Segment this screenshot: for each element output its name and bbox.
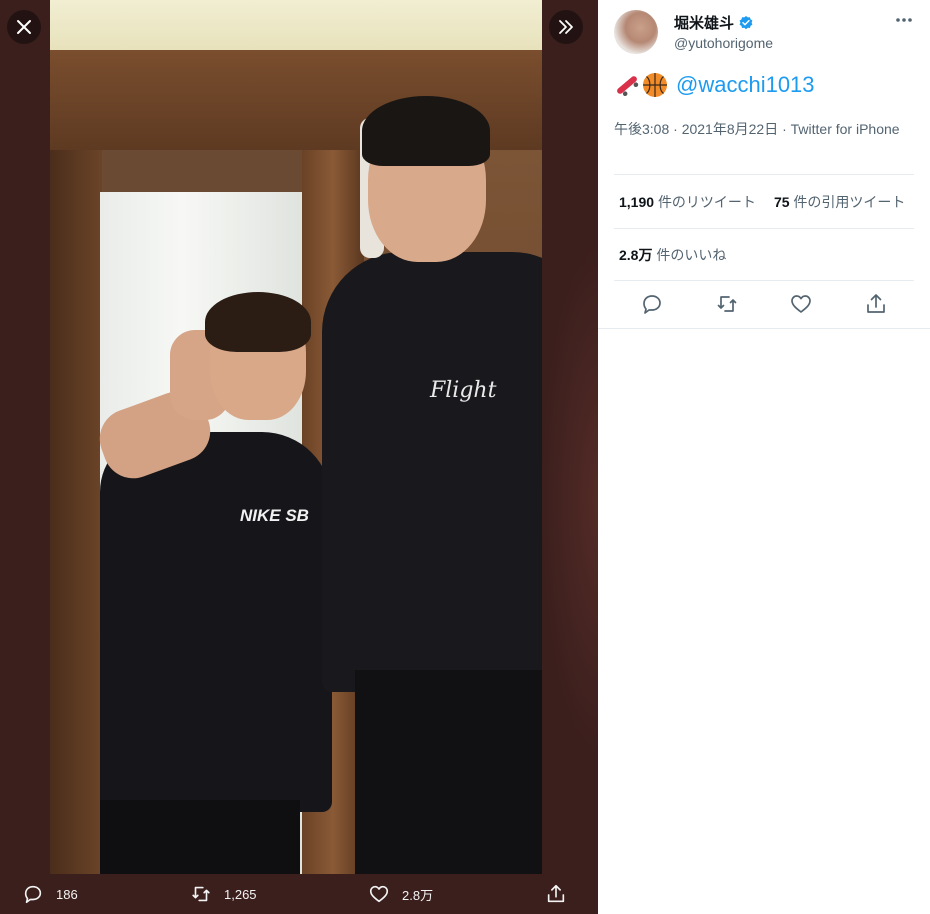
shirt-logo-flight: Flight [430, 378, 497, 403]
tweet-panel: 堀米雄斗 @yutohorigome @wacchi1013 午後3:08 · … [598, 0, 930, 914]
divider [614, 280, 914, 281]
person-left [100, 432, 332, 812]
chevron-double-right-icon [559, 20, 573, 34]
media-viewer: NIKE SB Flight 186 1,265 2.8万 [0, 0, 598, 914]
divider [614, 228, 914, 229]
tweet-text: @wacchi1013 [614, 72, 815, 98]
display-name[interactable]: 堀米雄斗 [674, 12, 754, 33]
close-button[interactable] [7, 10, 41, 44]
like-icon[interactable] [789, 292, 813, 316]
divider [598, 328, 930, 329]
verified-badge-icon [739, 15, 753, 29]
close-icon [17, 20, 31, 34]
like-icon [369, 885, 389, 903]
quotes-stat[interactable]: 75 件の引用ツイート [774, 194, 905, 210]
skateboard-emoji-icon [617, 76, 639, 97]
more-options-button[interactable] [894, 10, 914, 35]
retweet-icon [192, 886, 210, 902]
expand-panel-button[interactable] [549, 10, 583, 44]
retweet-count: 1,265 [224, 886, 257, 902]
share-icon[interactable] [864, 292, 888, 316]
person-right [322, 252, 542, 692]
retweet-icon[interactable] [715, 292, 739, 316]
tweet-action-bar [598, 292, 930, 318]
retweet-button[interactable]: 1,265 [190, 883, 257, 905]
like-button[interactable]: 2.8万 [368, 883, 433, 905]
share-button[interactable] [545, 883, 579, 905]
share-icon [547, 884, 565, 903]
likes-stat[interactable]: 2.8万 件のいいね [619, 245, 726, 265]
mention-link[interactable]: @wacchi1013 [676, 72, 815, 98]
viewer-action-bar: 186 1,265 2.8万 [0, 874, 598, 914]
user-handle[interactable]: @yutohorigome [674, 35, 773, 51]
display-name-text: 堀米雄斗 [674, 15, 735, 32]
tweet-photo[interactable]: NIKE SB Flight [50, 0, 542, 874]
more-horizontal-icon [896, 18, 912, 22]
background-blur [540, 240, 598, 760]
reply-count: 186 [56, 886, 78, 902]
shirt-logo-nike: NIKE SB [240, 506, 309, 525]
like-count: 2.8万 [402, 887, 434, 903]
reply-icon [24, 885, 42, 904]
reply-button[interactable]: 186 [22, 883, 78, 905]
tweet-stats-row: 1,190 件のリツイート 75 件の引用ツイート [619, 192, 905, 212]
retweets-stat[interactable]: 1,190 件のリツイート [619, 194, 756, 210]
tweet-timestamp[interactable]: 午後3:08 · 2021年8月22日 · Twitter for iPhone [614, 119, 914, 139]
divider [614, 174, 914, 175]
reply-icon[interactable] [640, 292, 664, 316]
avatar[interactable] [614, 10, 658, 54]
basketball-emoji-icon [643, 73, 667, 97]
